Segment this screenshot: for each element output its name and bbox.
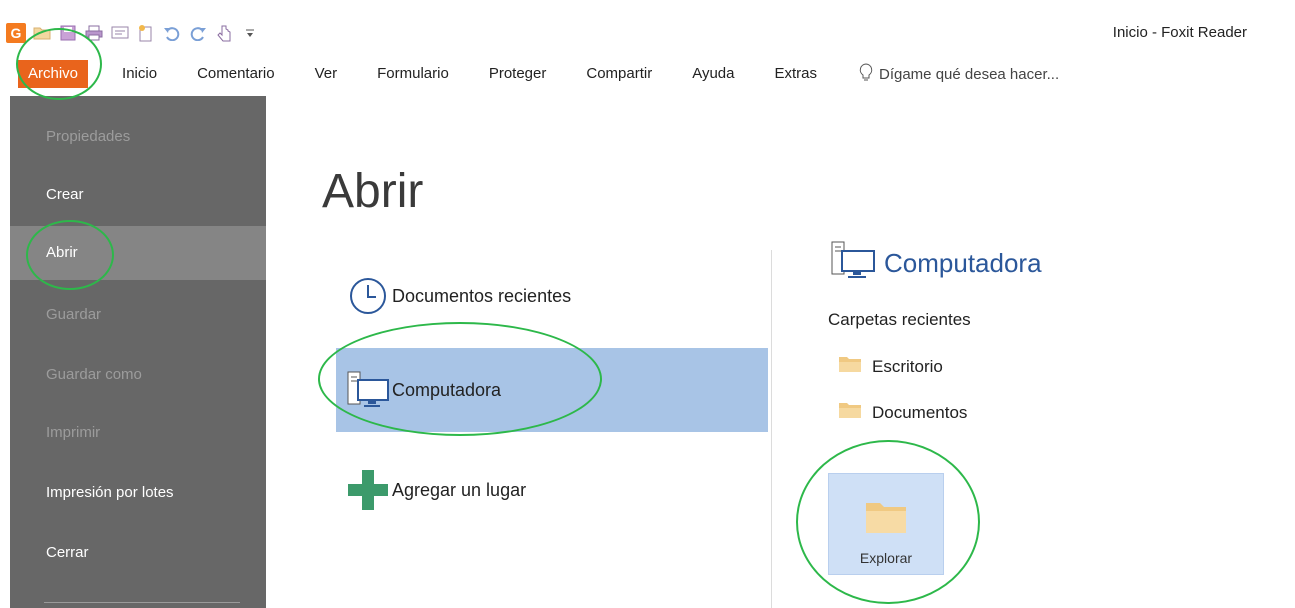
new-icon[interactable] (136, 23, 156, 43)
place-computer-label: Computadora (392, 379, 502, 400)
clock-icon (344, 272, 392, 320)
tab-ver[interactable]: Ver (295, 60, 358, 88)
nav-propiedades: Propiedades (46, 128, 131, 145)
recent-folder-item[interactable]: Documentos (838, 400, 967, 425)
plus-icon (344, 466, 392, 514)
place-recent-label: Documentos recientes (392, 285, 572, 306)
tab-extras[interactable]: Extras (754, 60, 837, 88)
nav-impresion-por-lotes[interactable]: Impresión por lotes (10, 466, 266, 520)
tab-ayuda[interactable]: Ayuda (672, 60, 754, 88)
page-title: Abrir (322, 165, 424, 218)
nav-cerrar[interactable]: Cerrar (10, 526, 266, 580)
tab-proteger[interactable]: Proteger (469, 60, 567, 88)
recent-folder-item[interactable]: Escritorio (838, 354, 943, 379)
place-recent-documents[interactable]: Documentos recientes (336, 272, 768, 320)
foxit-logo-icon[interactable]: G (6, 23, 26, 43)
recent-folders-label: Carpetas recientes (828, 310, 971, 329)
tab-inicio[interactable]: Inicio (102, 60, 177, 88)
undo-icon[interactable] (162, 23, 182, 43)
computer-title: Computadora (884, 248, 1042, 278)
computer-header: Computadora (830, 240, 1042, 287)
open-folder-icon[interactable] (32, 23, 52, 43)
screen-icon[interactable] (110, 23, 130, 43)
recent-folder-label: Escritorio (872, 356, 943, 376)
tell-me-text: Dígame qué desea hacer... (879, 65, 1060, 83)
nav-guardar-como: Guardar como (46, 366, 142, 383)
nav-divider (44, 602, 240, 603)
place-computer[interactable]: Computadora (336, 348, 768, 432)
folder-icon (838, 400, 862, 425)
customize-icon[interactable] (240, 23, 260, 43)
nav-guardar: Guardar (46, 306, 102, 323)
nav-imprimir: Imprimir (46, 424, 101, 441)
computer-icon (344, 366, 392, 414)
tell-me-search[interactable]: Dígame qué desea hacer... (859, 63, 1059, 85)
place-add-location[interactable]: Agregar un lugar (336, 462, 768, 518)
tab-formulario[interactable]: Formulario (357, 60, 469, 88)
vertical-divider (771, 250, 772, 608)
browse-folder-icon (864, 497, 908, 540)
hand-icon[interactable] (214, 23, 234, 43)
computer-header-icon (830, 240, 876, 287)
quick-access-icons: G (6, 20, 260, 46)
backstage-nav: Propiedades Crear Abrir Guardar Guardar … (10, 96, 266, 608)
browse-button[interactable]: Explorar (828, 473, 944, 575)
tab-comentario[interactable]: Comentario (177, 60, 295, 88)
recent-folder-label: Documentos (872, 402, 968, 422)
redo-icon[interactable] (188, 23, 208, 43)
browse-label: Explorar (859, 550, 913, 566)
tab-compartir[interactable]: Compartir (566, 60, 672, 88)
print-icon[interactable] (84, 23, 104, 43)
lightbulb-icon (859, 63, 873, 85)
nav-abrir[interactable]: Abrir (10, 226, 266, 280)
tab-archivo[interactable]: Archivo (18, 60, 89, 88)
save-icon[interactable] (58, 23, 78, 43)
ribbon-tabs: Archivo Inicio Comentario Ver Formulario… (0, 60, 1295, 88)
window-title: Inicio - Foxit Reader (1112, 24, 1247, 41)
place-add-label: Agregar un lugar (392, 479, 527, 500)
quick-access-toolbar: G Inicio - Foxit Reader (0, 0, 1295, 60)
nav-crear[interactable]: Crear (10, 168, 266, 222)
folder-icon (838, 354, 862, 379)
